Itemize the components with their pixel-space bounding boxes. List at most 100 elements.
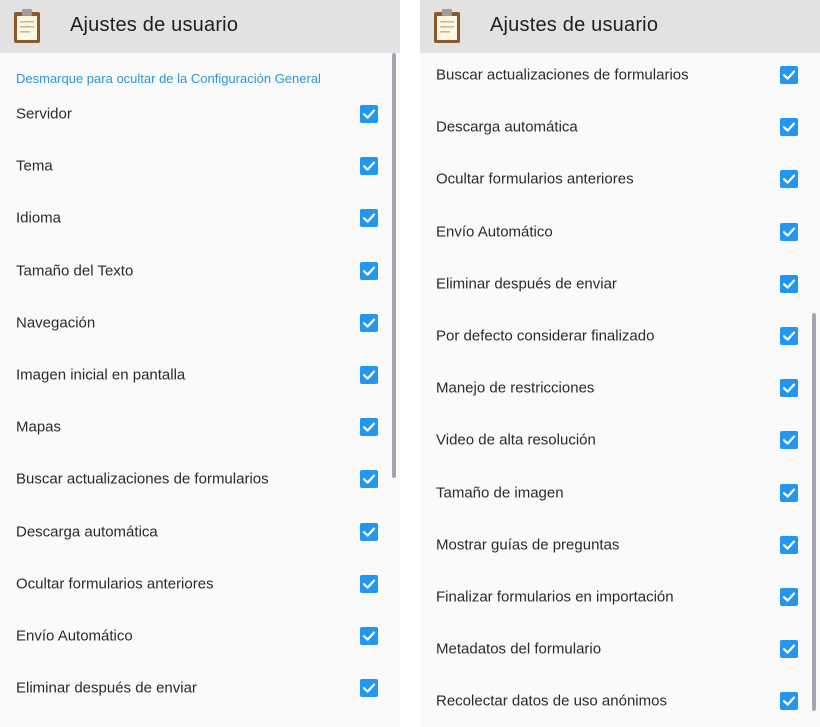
checkbox[interactable] (780, 588, 798, 606)
checkmark-icon (362, 370, 376, 380)
setting-row-envio-automatico[interactable]: Envío Automático (0, 610, 400, 662)
checkbox[interactable] (780, 327, 798, 345)
setting-row-eliminar-despues-de-enviar[interactable]: Eliminar después de enviar (0, 662, 400, 714)
checkmark-icon (782, 331, 796, 341)
clipboard-icon (14, 9, 40, 43)
checkbox[interactable] (780, 274, 798, 293)
setting-label: Navegación (16, 314, 96, 332)
setting-label: Finalizar formularios en importación (436, 588, 674, 606)
setting-label: Eliminar después de enviar (16, 679, 197, 697)
setting-label: Envío Automático (16, 627, 133, 645)
setting-row-metadatos-del-formulario[interactable]: Metadatos del formulario (420, 623, 820, 675)
setting-row-por-defecto-considerar-finalizado[interactable]: Por defecto considerar finalizado (420, 310, 820, 362)
checkmark-icon (782, 644, 796, 654)
checkbox[interactable] (780, 483, 798, 502)
setting-label: Idioma (16, 209, 62, 227)
setting-row-descarga-automatica[interactable]: Descarga automática (0, 506, 400, 558)
checkmark-icon (782, 227, 796, 237)
setting-row-recolectar-datos-de-uso-anonimos[interactable]: Recolectar datos de uso anónimos (420, 675, 820, 727)
checkbox[interactable] (780, 170, 798, 189)
settings-screen-right: Ajustes de usuario Buscar actualizacione… (420, 0, 820, 727)
settings-list[interactable]: Desmarque para ocultar de la Configuraci… (0, 53, 400, 727)
checkmark-icon (782, 383, 796, 393)
checkbox[interactable] (360, 209, 378, 228)
checkmark-icon (782, 435, 796, 446)
setting-row-mapas[interactable]: Mapas (0, 401, 400, 453)
checkbox[interactable] (780, 535, 798, 554)
setting-label: Metadatos del formulario (436, 640, 602, 658)
setting-row-mostrar-guias-de-preguntas[interactable]: Mostrar guías de preguntas (420, 519, 820, 571)
checkbox[interactable] (360, 157, 378, 176)
checkmark-icon (782, 279, 796, 289)
setting-row-ocultar-formularios-anteriores[interactable]: Ocultar formularios anteriores (0, 558, 400, 610)
setting-row-descarga-automatica[interactable]: Descarga automática (420, 101, 820, 153)
setting-row-imagen-inicial-en-pantalla[interactable]: Imagen inicial en pantalla (0, 349, 400, 401)
checkbox[interactable] (360, 470, 378, 489)
checkbox[interactable] (780, 431, 798, 450)
setting-row-navegacion[interactable]: Navegación (0, 297, 400, 349)
app-title: Ajustes de usuario (70, 14, 239, 36)
checkmark-icon (362, 109, 376, 119)
setting-label: Tamaño del Texto (16, 262, 134, 280)
setting-row-tamano-del-texto[interactable]: Tamaño del Texto (0, 245, 400, 297)
setting-label: Envío Automático (436, 223, 553, 241)
checkmark-icon (362, 474, 376, 485)
settings-list[interactable]: Buscar actualizaciones de formularios Des… (420, 53, 820, 727)
setting-row-buscar-actualizaciones-de-formularios[interactable]: Buscar actualizaciones de formularios (0, 453, 400, 505)
setting-label: Manejo de restricciones (436, 379, 595, 397)
setting-label: Video de alta resolución (436, 431, 596, 449)
checkmark-icon (362, 683, 376, 693)
setting-row-tamano-de-imagen[interactable]: Tamaño de imagen (420, 467, 820, 519)
checkbox[interactable] (780, 640, 798, 659)
checkmark-icon (782, 540, 796, 550)
clipboard-icon (434, 9, 460, 43)
setting-label: Mapas (16, 418, 62, 436)
setting-label: Descarga automática (16, 523, 158, 541)
setting-row-finalizar-formularios-en-importacion[interactable]: Finalizar formularios en importación (420, 571, 820, 623)
setting-label: Mostrar guías de preguntas (436, 536, 620, 554)
checkbox[interactable] (780, 692, 798, 711)
checkbox[interactable] (780, 118, 798, 137)
checkbox[interactable] (360, 522, 378, 541)
setting-row-ocultar-formularios-anteriores[interactable]: Ocultar formularios anteriores (420, 153, 820, 205)
checkmark-icon (362, 213, 376, 224)
setting-label: Eliminar después de enviar (436, 275, 617, 293)
hint-text: Desmarque para ocultar de la Configuraci… (16, 71, 321, 86)
checkmark-icon (362, 266, 376, 276)
setting-row-tema[interactable]: Tema (0, 140, 400, 192)
checkmark-icon (362, 422, 376, 432)
checkmark-icon (362, 579, 376, 589)
setting-row-servidor[interactable]: Servidor (0, 88, 400, 140)
checkmark-icon (782, 122, 796, 132)
setting-label: Buscar actualizaciones de formularios (436, 66, 689, 84)
checkbox[interactable] (360, 313, 378, 332)
checkbox[interactable] (360, 679, 378, 698)
checkbox[interactable] (360, 105, 378, 123)
checkmark-icon (782, 488, 796, 498)
setting-label: Tamaño de imagen (436, 484, 564, 502)
checkbox[interactable] (360, 366, 378, 384)
setting-row-eliminar-despues-de-enviar[interactable]: Eliminar después de enviar (420, 258, 820, 310)
checkbox[interactable] (360, 261, 378, 280)
setting-row-manejo-de-restricciones[interactable]: Manejo de restricciones (420, 362, 820, 414)
checkbox[interactable] (360, 574, 378, 593)
checkbox[interactable] (780, 66, 798, 84)
app-bar: Ajustes de usuario (420, 0, 820, 53)
checkmark-icon (362, 527, 376, 537)
scrollbar[interactable] (392, 53, 396, 478)
setting-row-idioma[interactable]: Idioma (0, 192, 400, 244)
setting-row-envio-automatico[interactable]: Envío Automático (420, 206, 820, 258)
scrollbar[interactable] (812, 313, 816, 711)
checkbox[interactable] (360, 418, 378, 437)
setting-row-buscar-actualizaciones-de-formularios[interactable]: Buscar actualizaciones de formularios (420, 53, 820, 101)
checkbox[interactable] (780, 379, 798, 398)
setting-label: Descarga automática (436, 118, 578, 136)
setting-label: Ocultar formularios anteriores (16, 575, 214, 593)
setting-label: Ocultar formularios anteriores (436, 170, 634, 188)
settings-screen-left: Ajustes de usuario Desmarque para oculta… (0, 0, 400, 727)
setting-row-video-de-alta-resolucion[interactable]: Video de alta resolución (420, 414, 820, 466)
checkbox[interactable] (780, 222, 798, 241)
checkmark-icon (782, 592, 796, 602)
setting-label: Recolectar datos de uso anónimos (436, 692, 667, 710)
checkbox[interactable] (360, 627, 378, 645)
